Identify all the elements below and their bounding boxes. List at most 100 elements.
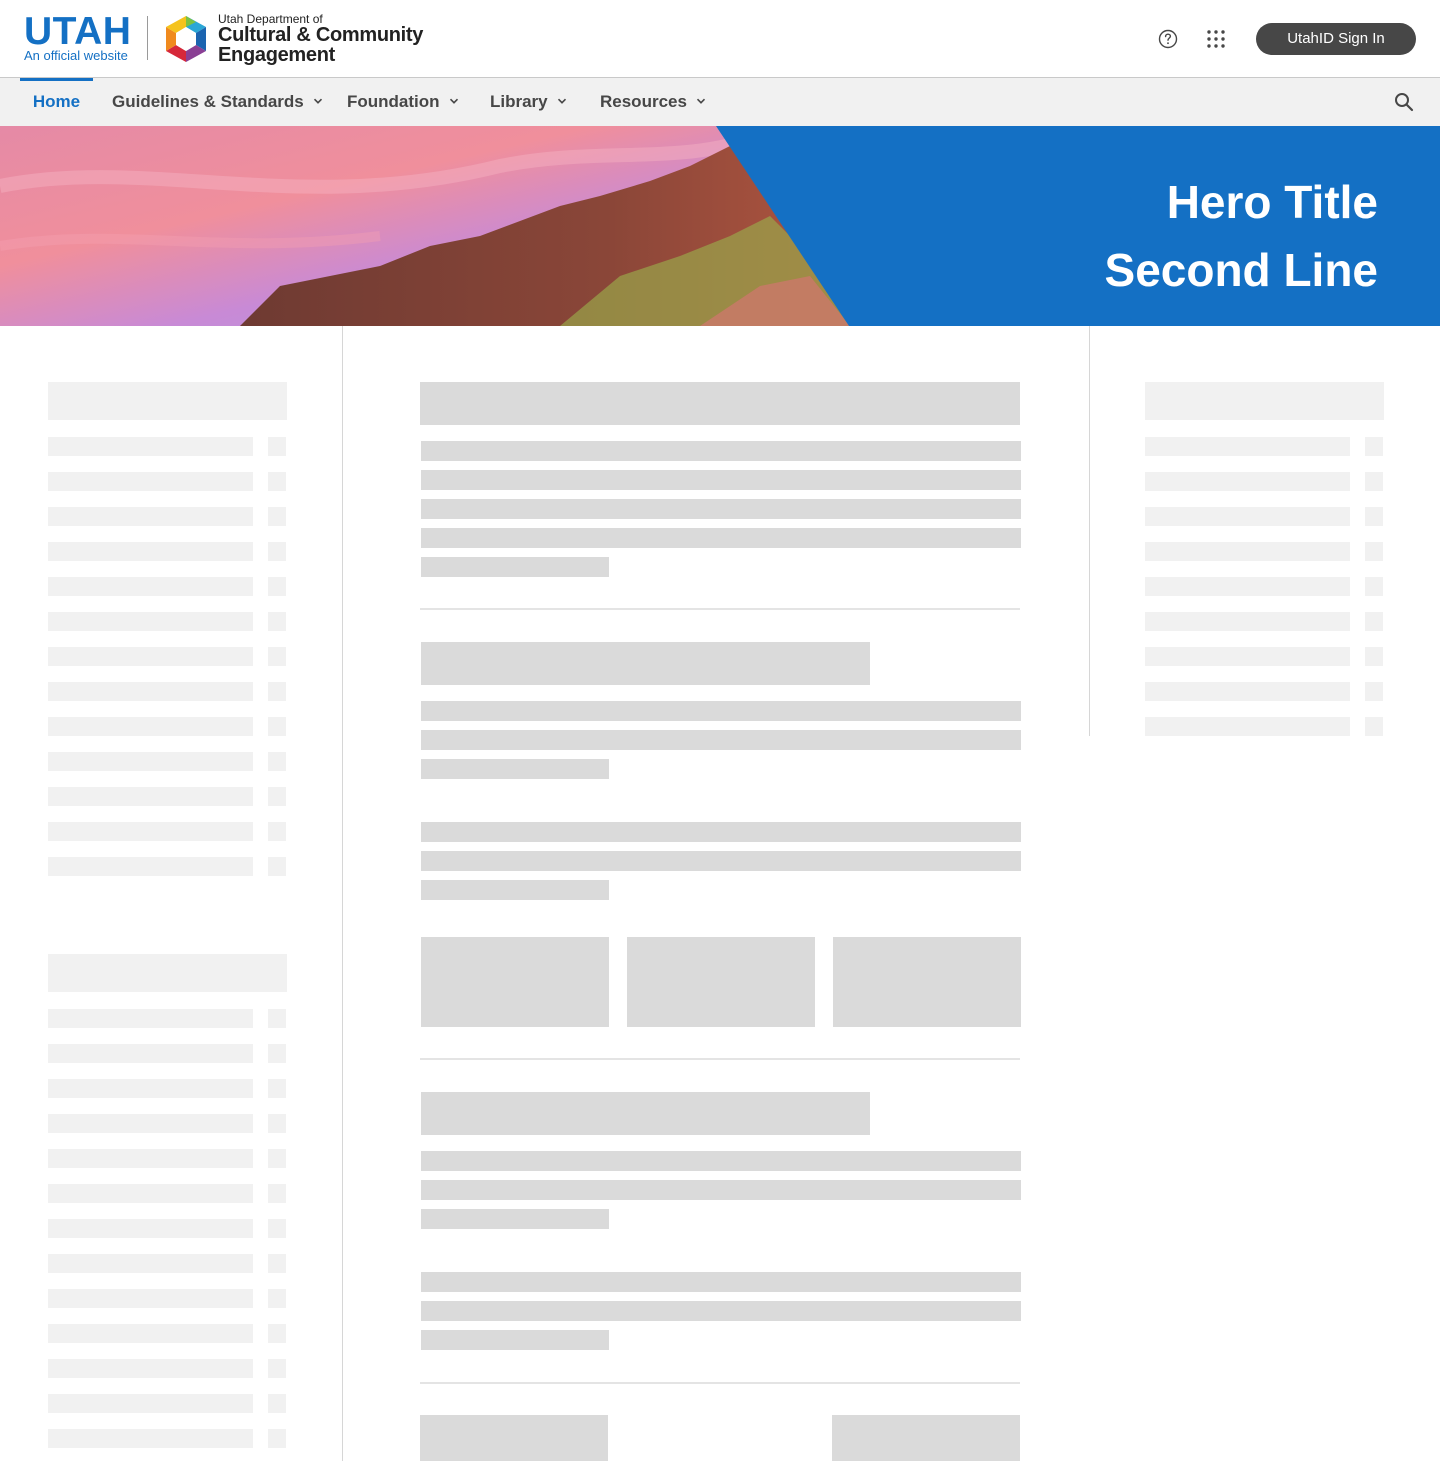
skeleton-chip [1365,647,1383,666]
logo-divider [147,16,148,60]
skeleton-chip [268,752,286,771]
nav-item-label: Home [32,92,81,111]
skeleton-chip [1365,577,1383,596]
section-divider [420,1058,1020,1060]
skeleton-line [1145,647,1350,666]
agency-name[interactable]: Utah Department of Cultural & Community … [218,12,438,68]
skeleton-line [421,499,1021,519]
apps-grid-icon[interactable] [1204,27,1228,51]
skeleton-line [421,1301,1021,1321]
skeleton-chip [1365,612,1383,631]
help-circle-icon[interactable] [1156,27,1180,51]
skeleton-chip [1365,542,1383,561]
skeleton-line [48,507,253,526]
skeleton-line [1145,437,1350,456]
skeleton-line [1145,717,1350,736]
skeleton-chip [268,507,286,526]
skeleton-line [48,437,253,456]
skeleton-line [421,730,1021,750]
chevron-down-icon [449,98,458,104]
skeleton-line [421,470,1021,490]
main-menu: Home Guidelines & Standards Foundation L… [0,78,1440,126]
utah-logo[interactable]: UTAH An official website [24,12,134,64]
skeleton-line [1145,577,1350,596]
skeleton-chip [268,1079,286,1098]
skeleton-line [48,682,253,701]
skeleton-chip [268,822,286,841]
skeleton-line [1145,542,1350,561]
skeleton-line [421,822,1021,842]
nav-item-label: Guidelines & Standards [112,92,304,111]
skeleton-line [421,1209,609,1229]
skeleton-chip [1365,472,1383,491]
skeleton-chip [268,682,286,701]
skeleton-chip [1365,682,1383,701]
nav-item-foundation[interactable]: Foundation [347,78,460,126]
skeleton-subtitle [421,642,870,685]
hero-title: Hero Title Second Line [1105,168,1378,304]
skeleton-line [421,1272,1021,1292]
skeleton-chip [268,1044,286,1063]
skeleton-line [48,1149,253,1168]
skeleton-chip [268,612,286,631]
nav-item-label: Library [490,92,548,111]
skeleton-chip [268,857,286,876]
skeleton-line [48,822,253,841]
skeleton-chip [268,1324,286,1343]
skeleton-chip [1365,507,1383,526]
skeleton-line [48,1289,253,1308]
skeleton-title [420,382,1020,425]
skeleton-card [420,1415,608,1461]
skeleton-line [48,857,253,876]
skeleton-card [421,937,609,1027]
skeleton-chip [1365,437,1383,456]
skeleton-heading [48,954,287,992]
skeleton-chip [268,1359,286,1378]
skeleton-line [1145,472,1350,491]
hero-title-line-1: Hero Title [1166,176,1378,228]
nav-item-home[interactable]: Home [20,78,93,126]
skeleton-line [421,1180,1021,1200]
skeleton-line [421,851,1021,871]
nav-item-guidelines-standards[interactable]: Guidelines & Standards [112,78,324,126]
chevron-down-icon [696,98,706,104]
skeleton-line [48,472,253,491]
utah-logo-text: UTAH [24,10,132,53]
official-website-text: An official website [24,48,128,63]
skeleton-chip [268,1219,286,1238]
skeleton-line [48,1429,253,1448]
skeleton-line [1145,682,1350,701]
skeleton-line [48,542,253,561]
skeleton-chip [1365,717,1383,736]
skeleton-line [421,528,1021,548]
skeleton-chip [268,1114,286,1133]
nav-item-library[interactable]: Library [490,78,568,126]
skeleton-line [1145,507,1350,526]
skeleton-chip [268,437,286,456]
skeleton-line [48,647,253,666]
skeleton-line [48,577,253,596]
skeleton-line [48,752,253,771]
skeleton-card [627,937,815,1027]
skeleton-chip [268,1254,286,1273]
skeleton-line [421,1330,609,1350]
utahid-sign-in-button[interactable]: UtahID Sign In [1256,23,1416,55]
skeleton-line [421,1151,1021,1171]
search-icon[interactable] [1392,90,1416,114]
agency-name-line-2: Engagement [218,44,336,66]
skeleton-line [1145,612,1350,631]
skeleton-line [421,880,609,900]
left-column-divider [342,326,343,1461]
agency-hexagon-logo-icon[interactable] [160,14,212,64]
nav-item-label: Foundation [347,92,440,111]
skeleton-chip [268,1149,286,1168]
skeleton-heading [1145,382,1384,420]
skeleton-line [48,1394,253,1413]
skeleton-line [48,1184,253,1203]
skeleton-line [48,787,253,806]
skeleton-chip [268,1184,286,1203]
nav-item-resources[interactable]: Resources [600,78,707,126]
skeleton-line [48,1219,253,1238]
skeleton-chip [268,577,286,596]
skeleton-line [421,701,1021,721]
